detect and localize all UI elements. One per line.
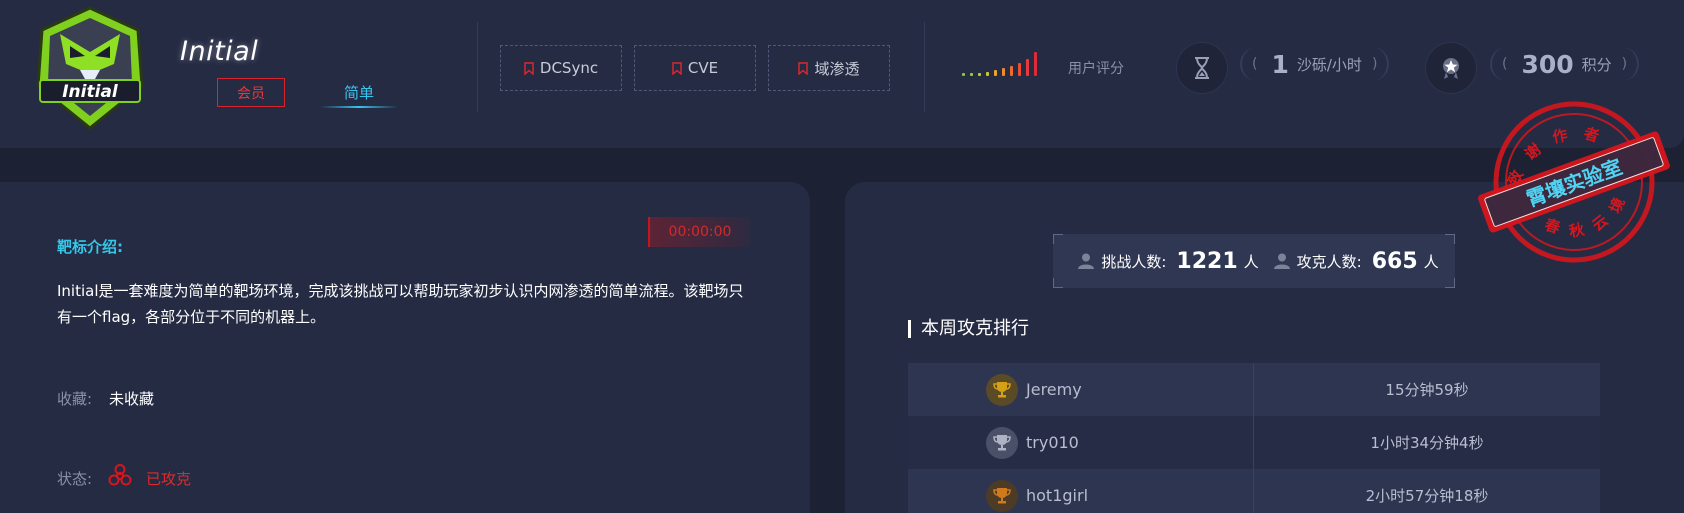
- sand-value: 1: [1271, 49, 1289, 79]
- challengers-unit: 人: [1243, 252, 1259, 271]
- trophy-icon: [986, 479, 1018, 512]
- tag-label: 域渗透: [814, 59, 860, 78]
- logo-text: Initial: [62, 82, 119, 102]
- challengers-label: 挑战人数:: [1101, 252, 1167, 271]
- header-divider: [924, 22, 925, 112]
- timer: 00:00:00: [648, 217, 750, 247]
- target-title: Initial: [180, 36, 259, 67]
- favorite-label: 收藏:: [57, 390, 93, 408]
- solvers-value: 665: [1371, 248, 1418, 274]
- rank-user-name[interactable]: Jeremy: [1026, 380, 1082, 399]
- paren-close: ): [1371, 56, 1378, 72]
- biohazard-icon: [108, 464, 132, 486]
- favorite-toggle[interactable]: 未收藏: [109, 388, 154, 409]
- person-icon: [1273, 253, 1290, 269]
- rating-bar: [994, 70, 997, 76]
- tag-item[interactable]: CVE: [634, 45, 756, 91]
- corner-decor: [1053, 278, 1063, 288]
- paren-open: (: [1252, 56, 1258, 72]
- solvers-label: 攻克人数:: [1296, 252, 1362, 271]
- paren-open: (: [1502, 56, 1508, 72]
- corner-decor: [1053, 234, 1063, 244]
- rating-bar: [1018, 63, 1021, 76]
- rating-bar: [962, 73, 965, 76]
- status-label: 状态:: [57, 470, 93, 488]
- sand-rate: ( 1 沙砾/小时 ): [1240, 47, 1390, 81]
- rating-bar: [1026, 59, 1029, 76]
- medal-icon: [1425, 42, 1477, 94]
- tag-item[interactable]: DCSync: [500, 45, 622, 91]
- rating-bar: [970, 73, 973, 76]
- ranking-title: 本周攻克排行: [908, 320, 1029, 338]
- corner-decor: [1445, 278, 1455, 288]
- rank-user-name[interactable]: hot1girl: [1026, 486, 1088, 505]
- rating-label: 用户评分: [1068, 61, 1124, 77]
- member-badge: 会员: [217, 78, 285, 107]
- rank-time: 15分钟59秒: [1385, 381, 1469, 399]
- rank-user-cell: hot1girl: [908, 469, 1254, 513]
- rating-bar: [1034, 52, 1037, 76]
- difficulty-badge: 简单: [320, 82, 398, 108]
- sand-unit: 沙砾/小时: [1296, 55, 1362, 74]
- rank-user-cell: try010: [908, 416, 1254, 469]
- table-row: try010 1小时34分钟4秒: [908, 416, 1600, 469]
- bookmark-icon: [798, 61, 809, 75]
- tag-label: CVE: [687, 59, 719, 77]
- trophy-icon: [986, 373, 1018, 406]
- tag-list: DCSync CVE 域渗透: [500, 45, 890, 91]
- status-value: 已攻克: [146, 470, 192, 488]
- paren-close: ): [1621, 56, 1628, 72]
- tag-label: DCSync: [539, 59, 599, 77]
- ranking-table: Jeremy 15分钟59秒 try010 1小时34分钟4秒 hot1girl…: [908, 363, 1600, 513]
- person-icon: [1078, 253, 1095, 269]
- rating-bar: [978, 73, 981, 76]
- points-unit: 积分: [1581, 55, 1612, 74]
- header-divider: [477, 22, 478, 112]
- rating-bars: [962, 48, 1037, 76]
- corner-decor: [1445, 234, 1455, 244]
- target-header: Initial Initial 会员 简单 DCSync CVE 域渗透 用户评…: [0, 0, 1684, 148]
- hourglass-icon: [1176, 42, 1228, 94]
- solvers-unit: 人: [1423, 252, 1439, 271]
- rating-bar: [1010, 66, 1013, 76]
- bookmark-icon: [524, 61, 534, 75]
- trophy-icon: [986, 426, 1018, 459]
- rating-bar: [1002, 68, 1005, 76]
- intro-label: 靶标介绍:: [57, 238, 123, 256]
- participant-counts: 挑战人数: 1221 人 攻克人数: 665 人: [1053, 234, 1455, 288]
- rank-user-cell: Jeremy: [908, 363, 1254, 416]
- rank-user-name[interactable]: try010: [1026, 433, 1079, 452]
- table-row: Jeremy 15分钟59秒: [908, 363, 1600, 416]
- table-row: hot1girl 2小时57分钟18秒: [908, 469, 1600, 513]
- rating-bar: [986, 72, 989, 76]
- rank-time: 1小时34分钟4秒: [1370, 434, 1484, 452]
- points-number: 300: [1521, 49, 1574, 79]
- initial-logo: Initial: [36, 6, 144, 130]
- author-stamp: 致谢作者 春秋云境 霄壤实验室: [1478, 101, 1670, 263]
- rank-time: 2小时57分钟18秒: [1365, 487, 1489, 505]
- points-value: ( 300 积分 ): [1490, 47, 1640, 81]
- tag-item[interactable]: 域渗透: [768, 45, 890, 91]
- intro-text: Initial是一套难度为简单的靶场环境，完成该挑战可以帮助玩家初步认识内网渗透…: [57, 282, 744, 326]
- challengers-value: 1221: [1176, 248, 1238, 274]
- bookmark-icon: [672, 61, 682, 75]
